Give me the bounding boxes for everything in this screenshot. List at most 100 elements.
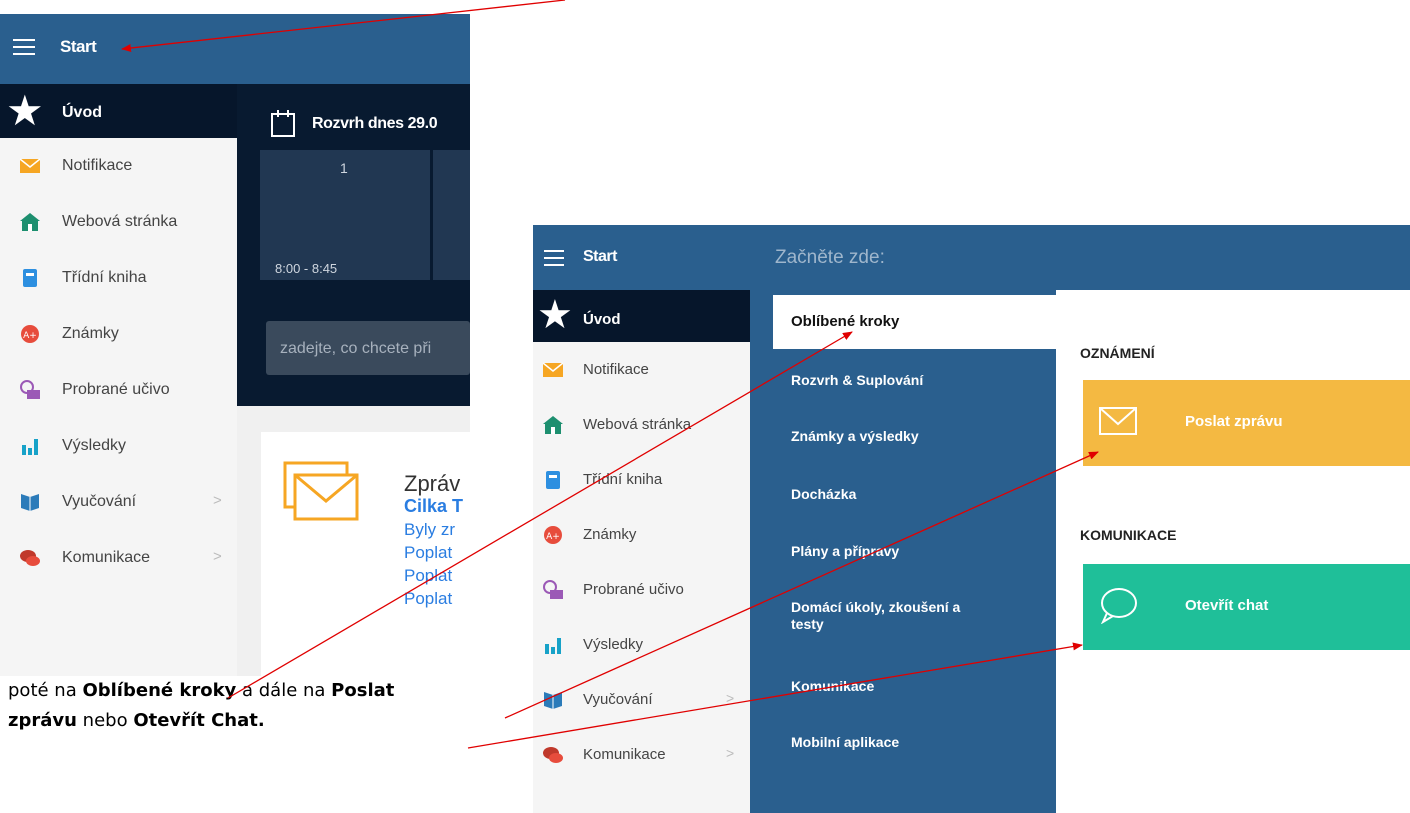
sidebar-item-vysledky[interactable]: Výsledky	[533, 617, 750, 673]
caption-bold: Poslat	[331, 680, 395, 701]
section-heading-komunikace: KOMUNIKACE	[1080, 527, 1177, 543]
chat-icon	[20, 550, 40, 566]
send-message-label: Poslat zprávu	[1185, 413, 1283, 430]
message-line[interactable]: Poplat	[404, 543, 452, 563]
category-rozvrh-suplovani[interactable]: Rozvrh & Suplování	[791, 372, 1021, 389]
bar-chart-icon	[22, 439, 38, 455]
chat-icon	[543, 747, 563, 763]
lesson-cell[interactable]	[433, 150, 470, 280]
left-screenshot: Start ★ Úvod Notifikace Webová stránka T…	[0, 14, 470, 676]
speech-bubble-icon	[1101, 588, 1137, 624]
sidebar-item-label: Známky	[62, 325, 119, 342]
sidebar-item-label: Komunikace	[583, 746, 666, 763]
category-mobilni-aplikace[interactable]: Mobilní aplikace	[791, 734, 1021, 751]
sidebar-item-label: Výsledky	[583, 636, 644, 653]
sidebar-item-znamky[interactable]: A+ Známky	[533, 507, 750, 563]
hamburger-menu-icon[interactable]	[13, 39, 35, 56]
category-domaci-ukoly[interactable]: Domácí úkoly, zkoušení a testy	[791, 599, 991, 633]
instruction-caption: poté na Oblíbené kroky a dále na Poslat …	[8, 676, 394, 736]
star-icon: ★	[537, 293, 573, 337]
chevron-right-icon: >	[726, 690, 735, 706]
sidebar-item-label: Známky	[583, 526, 637, 543]
start-menu-title[interactable]: Start	[583, 248, 617, 266]
open-chat-button[interactable]: Otevřít chat	[1083, 564, 1410, 650]
chevron-right-icon: >	[213, 548, 222, 565]
message-sender[interactable]: Cilka T	[404, 496, 463, 517]
book-icon	[23, 269, 37, 287]
category-komunikace[interactable]: Komunikace	[791, 678, 1021, 695]
sidebar-item-komunikace[interactable]: Komunikace >	[533, 727, 750, 783]
grades-icon: A+	[21, 325, 39, 343]
envelope-icon	[1099, 407, 1137, 435]
sidebar-item-label: Webová stránka	[62, 213, 178, 230]
open-book-icon	[544, 692, 562, 709]
sidebar-item-label: Vyučování	[583, 691, 653, 708]
home-label: Úvod	[62, 104, 102, 121]
category-label: Oblíbené kroky	[791, 313, 900, 330]
sidebar-item-label: Vyučování	[62, 493, 137, 510]
sidebar: Notifikace Webová stránka Třídní kniha A…	[0, 138, 237, 676]
sidebar-item-vyucovani[interactable]: Vyučování >	[0, 474, 237, 530]
lesson-time: 8:00 - 8:45	[275, 261, 338, 276]
category-znamky-vysledky[interactable]: Známky a výsledky	[791, 428, 1021, 445]
start-menu-title[interactable]: Start	[60, 37, 97, 57]
search-placeholder: zadejte, co chcete při	[280, 340, 432, 357]
sidebar-item-label: Výsledky	[62, 437, 127, 454]
clock-icon	[20, 380, 40, 399]
home-icon	[20, 213, 40, 231]
sidebar-item-label: Komunikace	[62, 549, 151, 566]
caption-text: poté na	[8, 680, 83, 701]
caption-bold: Oblíbené kroky	[82, 680, 237, 701]
message-line[interactable]: Byly zr	[404, 520, 455, 540]
calendar-icon	[271, 110, 295, 137]
sidebar-item-vysledky[interactable]: Výsledky	[0, 418, 237, 474]
envelope-icon	[20, 158, 40, 173]
svg-text:A+: A+	[23, 331, 37, 341]
star-icon: ★	[6, 87, 44, 134]
category-plany-pripravy[interactable]: Plány a přípravy	[791, 543, 1021, 560]
sidebar-item-notifikace[interactable]: Notifikace	[533, 342, 750, 398]
caption-bold: zprávu	[8, 710, 77, 731]
sidebar-item-notifikace[interactable]: Notifikace	[0, 138, 237, 194]
schedule-title: Rozvrh dnes 29.0	[312, 115, 438, 132]
favorites-panel	[1056, 290, 1410, 813]
hamburger-menu-icon[interactable]	[544, 250, 564, 266]
sidebar-item-tridni-kniha[interactable]: Třídní kniha	[533, 452, 750, 508]
sidebar-item-probrane-ucivo[interactable]: Probrané učivo	[0, 362, 237, 418]
sidebar-item-label: Notifikace	[62, 157, 133, 174]
sidebar-item-komunikace[interactable]: Komunikace >	[0, 530, 237, 586]
caption-text: nebo	[76, 710, 134, 731]
sidebar-item-webova-stranka[interactable]: Webová stránka	[0, 194, 237, 250]
sidebar-item-label: Probrané učivo	[583, 581, 684, 598]
grades-icon: A+	[544, 526, 562, 544]
chevron-right-icon: >	[213, 492, 222, 509]
envelope-icon	[283, 461, 359, 521]
svg-text:A+: A+	[546, 532, 560, 542]
sidebar-item-label: Třídní kniha	[583, 471, 663, 488]
sidebar-item-znamky[interactable]: A+ Známky	[0, 306, 237, 362]
sidebar-item-tridni-kniha[interactable]: Třídní kniha	[0, 250, 237, 306]
bar-chart-icon	[545, 638, 561, 654]
sidebar-item-probrane-ucivo[interactable]: Probrané učivo	[533, 562, 750, 618]
top-bar	[533, 225, 1410, 290]
open-book-icon	[21, 494, 39, 511]
message-card-title: Zpráv	[404, 471, 461, 496]
message-line[interactable]: Poplat	[404, 566, 452, 586]
caption-text: a dále na	[236, 680, 332, 701]
sidebar-item-vyucovani[interactable]: Vyučování >	[533, 672, 750, 728]
clock-icon	[543, 580, 563, 599]
sidebar-item-label: Notifikace	[583, 361, 649, 378]
open-chat-label: Otevřít chat	[1185, 597, 1269, 614]
home-label: Úvod	[583, 311, 621, 328]
sidebar-item-label: Třídní kniha	[62, 269, 147, 286]
sidebar-item-label: Probrané učivo	[62, 381, 170, 398]
message-line[interactable]: Poplat	[404, 589, 452, 609]
home-icon	[543, 416, 563, 434]
right-screenshot: Start Začněte zde: ★ Úvod Notifikace Web…	[533, 225, 1410, 813]
sidebar-item-webova-stranka[interactable]: Webová stránka	[533, 397, 750, 453]
send-message-button[interactable]: Poslat zprávu	[1083, 380, 1410, 466]
sidebar-item-label: Webová stránka	[583, 416, 692, 433]
chevron-right-icon: >	[726, 745, 735, 761]
category-dochazka[interactable]: Docházka	[791, 486, 1021, 503]
section-heading-oznameni: OZNÁMENÍ	[1080, 345, 1155, 361]
